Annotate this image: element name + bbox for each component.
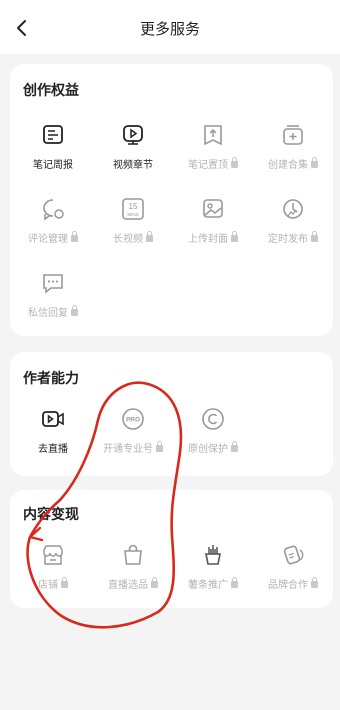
item-long-video[interactable]: 15 MINS 长视频 — [98, 196, 168, 256]
schedule-publish-icon — [280, 196, 306, 222]
svg-text:PRO: PRO — [126, 417, 140, 424]
item-label: 上传封面 — [178, 230, 248, 245]
section-author-abilities: 作者能力 去直播 PRO 开通专业号 原创保护 — [10, 352, 333, 476]
page-title: 更多服务 — [139, 20, 200, 38]
lock-icon — [311, 577, 318, 588]
item-dm-reply[interactable]: 私信回复 — [18, 270, 88, 330]
lock-icon — [231, 577, 238, 588]
upload-cover-icon — [200, 196, 226, 222]
lock-icon — [311, 157, 318, 168]
item-go-live[interactable]: 去直播 — [18, 406, 88, 466]
lock-icon — [71, 231, 78, 242]
lock-icon — [231, 441, 238, 452]
lock-icon — [156, 441, 163, 452]
section-title: 创作权益 — [23, 83, 79, 99]
item-label: 直播选品 — [98, 576, 168, 591]
section-title: 内容变现 — [23, 507, 79, 523]
item-upload-cover[interactable]: 上传封面 — [178, 196, 248, 256]
top-nav-bar: 更多服务 — [0, 0, 340, 54]
section-creation-rights: 创作权益 笔记周报 视频章节 笔记置顶 创建合集 评论管理 15 MINS 长视… — [10, 64, 333, 336]
item-pro-account[interactable]: PRO 开通专业号 — [98, 406, 168, 466]
lock-icon — [146, 231, 153, 242]
item-label: 笔记周报 — [33, 160, 73, 171]
shopping-bag-icon — [120, 542, 146, 568]
section-content-monetization: 内容变现 店铺 直播选品 薯条推广 品牌合作 — [10, 490, 333, 608]
item-label: 长视频 — [98, 230, 168, 245]
dm-reply-icon — [40, 270, 66, 296]
section-title: 作者能力 — [23, 371, 79, 387]
copyright-icon — [200, 406, 226, 432]
item-create-collection[interactable]: 创建合集 — [258, 122, 328, 182]
item-comment-manage[interactable]: 评论管理 — [18, 196, 88, 256]
item-label: 创建合集 — [258, 156, 328, 171]
lock-icon — [151, 577, 158, 588]
long-video-icon: 15 MINS — [120, 196, 146, 222]
comment-manage-icon — [40, 196, 66, 222]
live-stream-icon — [40, 406, 66, 432]
shop-icon — [40, 542, 66, 568]
fries-promo-icon — [200, 542, 226, 568]
item-video-chapter[interactable]: 视频章节 — [98, 122, 168, 182]
lock-icon — [71, 305, 78, 316]
lock-icon — [231, 157, 238, 168]
item-label: 薯条推广 — [178, 576, 248, 591]
brand-coop-icon — [280, 542, 306, 568]
item-label: 原创保护 — [178, 440, 248, 455]
item-label: 笔记置顶 — [178, 156, 248, 171]
item-brand-coop[interactable]: 品牌合作 — [258, 542, 328, 602]
collection-icon — [280, 122, 306, 148]
item-label: 店铺 — [18, 576, 88, 591]
item-label: 开通专业号 — [98, 440, 168, 455]
item-fries-promo[interactable]: 薯条推广 — [178, 542, 248, 602]
item-label: 去直播 — [38, 444, 68, 455]
note-report-icon — [40, 122, 66, 148]
item-label: 品牌合作 — [258, 576, 328, 591]
video-chapter-icon — [120, 122, 146, 148]
item-shop[interactable]: 店铺 — [18, 542, 88, 602]
svg-text:MINS: MINS — [127, 212, 138, 217]
item-copyright-protect[interactable]: 原创保护 — [178, 406, 248, 466]
lock-icon — [231, 231, 238, 242]
lock-icon — [311, 231, 318, 242]
svg-text:15: 15 — [129, 202, 138, 211]
item-schedule-publish[interactable]: 定时发布 — [258, 196, 328, 256]
item-label: 定时发布 — [258, 230, 328, 245]
item-live-selection[interactable]: 直播选品 — [98, 542, 168, 602]
item-pin-note[interactable]: 笔记置顶 — [178, 122, 248, 182]
item-label: 私信回复 — [18, 304, 88, 319]
pin-note-icon — [200, 122, 226, 148]
lock-icon — [61, 577, 68, 588]
item-label: 评论管理 — [18, 230, 88, 245]
item-label: 视频章节 — [113, 160, 153, 171]
item-note-report[interactable]: 笔记周报 — [18, 122, 88, 182]
pro-account-icon: PRO — [120, 406, 146, 432]
